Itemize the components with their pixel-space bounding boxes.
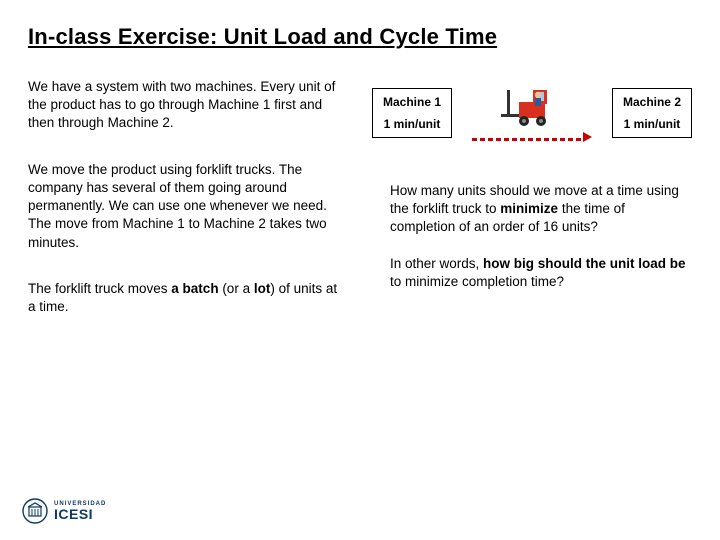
logo-emblem-icon	[22, 498, 48, 524]
machine-1-rate: 1 min/unit	[373, 113, 451, 137]
logo-name: ICESI	[54, 507, 106, 521]
process-diagram: Machine 1 1 min/unit	[372, 84, 692, 142]
paragraph-2: We move the product using forklift truck…	[28, 161, 348, 252]
p3-prefix: The forklift truck moves	[28, 281, 171, 296]
p3-lot: lot	[254, 281, 271, 296]
p3-mid: (or a	[219, 281, 254, 296]
question-1: How many units should we move at a time …	[390, 182, 692, 237]
paragraph-1: We have a system with two machines. Ever…	[28, 78, 348, 133]
machine-1-box: Machine 1 1 min/unit	[372, 88, 452, 138]
forklift-icon	[497, 84, 567, 130]
p3-batch: a batch	[171, 281, 218, 296]
machine-2-rate: 1 min/unit	[613, 113, 691, 137]
q1-minimize: minimize	[500, 201, 558, 216]
logo-text: UNIVERSIDAD ICESI	[54, 501, 106, 521]
q2-bold: how big should the unit load be	[483, 256, 685, 271]
q2-suffix: to minimize completion time?	[390, 274, 564, 289]
machine-1-name: Machine 1	[373, 89, 451, 113]
transport-cell	[460, 84, 604, 142]
machine-2-name: Machine 2	[613, 89, 691, 113]
slide: In-class Exercise: Unit Load and Cycle T…	[0, 0, 720, 540]
flow-arrow	[472, 132, 592, 142]
content-area: We have a system with two machines. Ever…	[28, 78, 692, 344]
q2-prefix: In other words,	[390, 256, 483, 271]
paragraph-3: The forklift truck moves a batch (or a l…	[28, 280, 348, 316]
university-logo: UNIVERSIDAD ICESI	[22, 498, 106, 524]
question-2: In other words, how big should the unit …	[390, 255, 692, 291]
arrowhead-icon	[583, 132, 592, 142]
machine-2-box: Machine 2 1 min/unit	[612, 88, 692, 138]
left-column: We have a system with two machines. Ever…	[28, 78, 348, 344]
slide-title: In-class Exercise: Unit Load and Cycle T…	[28, 24, 692, 50]
right-column: Machine 1 1 min/unit	[372, 78, 692, 344]
flow-dots	[472, 138, 581, 141]
